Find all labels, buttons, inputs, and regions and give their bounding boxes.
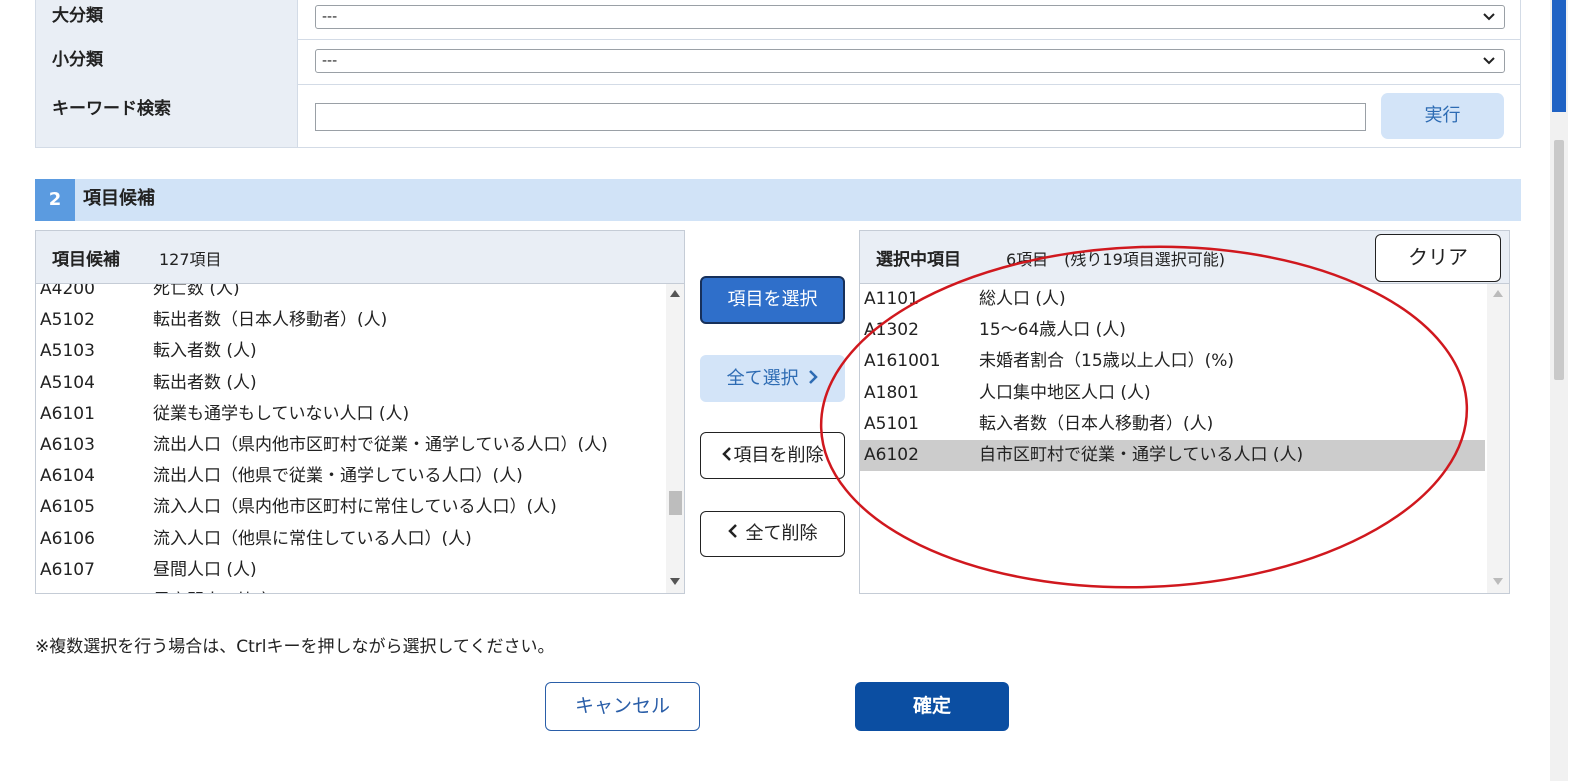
item-name: 流出人口（他県で従業・通学している人口）(人) — [153, 466, 523, 487]
page-scroll-accent — [1552, 0, 1566, 112]
major-category-select[interactable]: --- — [315, 5, 1505, 29]
filter-row-minor: 小分類 --- — [36, 39, 1520, 85]
page-scroll-thumb[interactable] — [1554, 140, 1564, 380]
item-code: A6104 — [40, 466, 95, 487]
filter-row-major: 大分類 --- — [36, 0, 1520, 40]
section-title: 項目候補 — [83, 188, 155, 209]
execute-button[interactable]: 実行 — [1381, 93, 1504, 139]
selected-scrollbar[interactable] — [1487, 284, 1509, 593]
item-code: A6101 — [40, 403, 95, 424]
list-item[interactable]: A6106 流入人口（他県に常住している人口）(人) — [36, 524, 666, 555]
item-name: 流入人口（県内他市区町村に常住している人口）(人) — [153, 497, 557, 518]
major-category-label: 大分類 — [36, 0, 298, 39]
scroll-up-arrow-icon[interactable] — [670, 290, 680, 297]
page-scrollbar[interactable] — [1550, 0, 1568, 781]
select-all-label: 全て選択 — [726, 368, 799, 389]
item-name: 転入者数 (人) — [153, 341, 257, 362]
delete-all-label: 全て削除 — [745, 523, 818, 544]
list-item[interactable]: A5102 転出者数（日本人移動者）(人) — [36, 305, 666, 336]
item-name: 転出者数 (人) — [153, 372, 257, 393]
list-item[interactable]: A6108 昼夜間人口比率 (%) — [36, 586, 666, 593]
candidates-listbox[interactable]: A4200 死亡数 (人) A5102 転出者数（日本人移動者）(人) A5103 転入者… — [36, 284, 666, 593]
section-number: 2 — [35, 179, 75, 221]
multi-select-note: ※複数選択を行う場合は、Ctrlキーを押しながら選択してください。 — [35, 637, 555, 657]
list-item[interactable]: A6103 流出人口（県内他市区町村で従業・通学している人口）(人) — [36, 430, 666, 461]
item-code: A5103 — [40, 341, 95, 362]
scroll-thumb[interactable] — [669, 491, 682, 515]
keyword-search-label: キーワード検索 — [36, 84, 298, 147]
item-name: 転出者数（日本人移動者）(人) — [153, 310, 388, 331]
candidates-header: 項目候補 127項目 — [36, 231, 684, 284]
chevron-left-icon — [721, 434, 732, 479]
list-item[interactable]: A6104 流出人口（他県で従業・通学している人口）(人) — [36, 461, 666, 492]
item-name: 流出人口（県内他市区町村で従業・通学している人口）(人) — [153, 435, 608, 455]
item-name: 流入人口（他県に常住している人口）(人) — [153, 528, 472, 549]
item-name: 昼夜間人口比率 (%) — [153, 586, 307, 593]
minor-category-label: 小分類 — [36, 39, 298, 84]
list-item[interactable]: A6101 従業も通学もしていない人口 (人) — [36, 399, 666, 430]
annotation-circle — [819, 245, 1469, 589]
candidates-panel: 項目候補 127項目 A4200 死亡数 (人) A5102 転出者数（日本人移動者）… — [35, 230, 685, 594]
section-header: 2 項目候補 — [35, 179, 1521, 221]
item-code: A6105 — [40, 497, 95, 518]
minor-category-value: --- — [322, 53, 338, 69]
item-code: A4200 — [40, 284, 95, 299]
cancel-button[interactable]: キャンセル — [545, 682, 700, 731]
major-category-value: --- — [322, 9, 338, 25]
item-code: A5104 — [40, 372, 95, 393]
list-item[interactable]: A4200 死亡数 (人) — [36, 284, 666, 305]
item-name: 従業も通学もしていない人口 (人) — [153, 403, 410, 424]
item-name: 昼間人口 (人) — [153, 559, 257, 580]
item-code: A6106 — [40, 528, 95, 549]
delete-item-label: 項目を削除 — [733, 445, 824, 466]
minor-category-select[interactable]: --- — [315, 49, 1505, 73]
list-item[interactable]: A5103 転入者数 (人) — [36, 336, 666, 367]
item-code: A5102 — [40, 310, 95, 331]
list-item[interactable]: A5104 転出者数 (人) — [36, 368, 666, 399]
confirm-button[interactable]: 確定 — [855, 682, 1009, 731]
item-code: A6103 — [40, 435, 95, 455]
item-code: A6108 — [40, 586, 95, 593]
scroll-down-arrow-icon[interactable] — [1493, 578, 1503, 585]
list-item[interactable]: A6107 昼間人口 (人) — [36, 555, 666, 586]
item-code: A6107 — [40, 559, 95, 580]
scroll-down-arrow-icon[interactable] — [670, 578, 680, 585]
item-name: 死亡数 (人) — [153, 284, 240, 299]
candidates-count: 127項目 — [159, 250, 222, 269]
candidates-scrollbar[interactable] — [666, 284, 684, 593]
candidates-title: 項目候補 — [52, 250, 120, 270]
filter-table: 大分類 --- 小分類 --- キーワード検索 実行 — [35, 0, 1521, 148]
keyword-search-input[interactable] — [315, 103, 1366, 131]
list-item[interactable]: A6105 流入人口（県内他市区町村に常住している人口）(人) — [36, 492, 666, 523]
chevron-left-icon — [727, 512, 738, 556]
chevron-down-icon — [1482, 6, 1496, 35]
chevron-down-icon — [1482, 50, 1496, 79]
scroll-up-arrow-icon[interactable] — [1493, 290, 1503, 297]
